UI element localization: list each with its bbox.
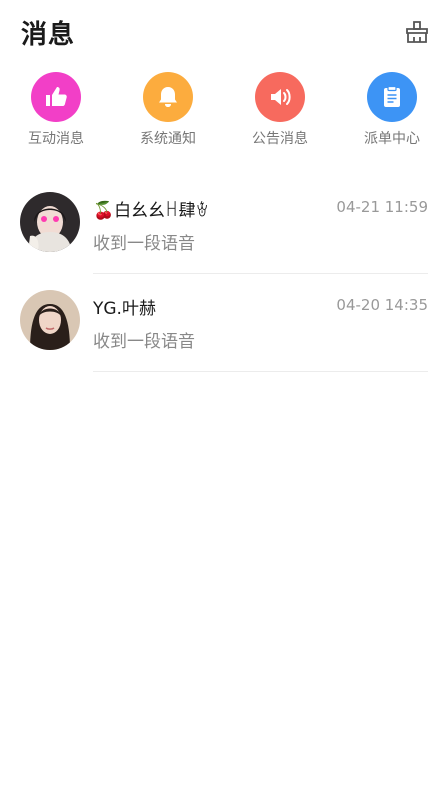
conversation-item[interactable]: 🍒白幺幺ꀿ肆ꄃ 04-21 11:59 收到一段语音 [0,176,447,274]
divider [93,371,428,372]
category-label: 公告消息 [252,131,308,147]
clear-messages-button[interactable] [403,18,431,46]
conversation-list: 🍒白幺幺ꀿ肆ꄃ 04-21 11:59 收到一段语音 YG.叶赫 04-20 1… [0,176,447,372]
category-label: 派单中心 [364,131,420,147]
avatar [20,290,80,350]
speaker-icon [255,72,305,122]
page-title: 消息 [21,20,76,50]
clipboard-icon [367,72,417,122]
header: 消息 [0,0,447,66]
broom-icon [406,21,428,43]
message-categories: 互动消息 系统通知 公告消息 派单中心 [0,72,447,162]
bell-icon [143,72,193,122]
category-label: 系统通知 [140,131,196,147]
category-system[interactable]: 系统通知 [123,72,213,148]
message-time: 04-21 11:59 [336,198,428,216]
thumbs-up-icon [31,72,81,122]
conversation-item[interactable]: YG.叶赫 04-20 14:35 收到一段语音 [0,274,447,372]
category-label: 互动消息 [28,131,84,147]
contact-name: YG.叶赫 [93,299,156,319]
contact-name: 🍒白幺幺ꀿ肆ꄃ [93,201,209,221]
message-preview: 收到一段语音 [93,332,195,352]
message-time: 04-20 14:35 [336,296,428,314]
category-dispatch[interactable]: 派单中心 [347,72,437,148]
avatar [20,192,80,252]
message-preview: 收到一段语音 [93,234,195,254]
category-announcement[interactable]: 公告消息 [235,72,325,148]
category-interaction[interactable]: 互动消息 [11,72,101,148]
